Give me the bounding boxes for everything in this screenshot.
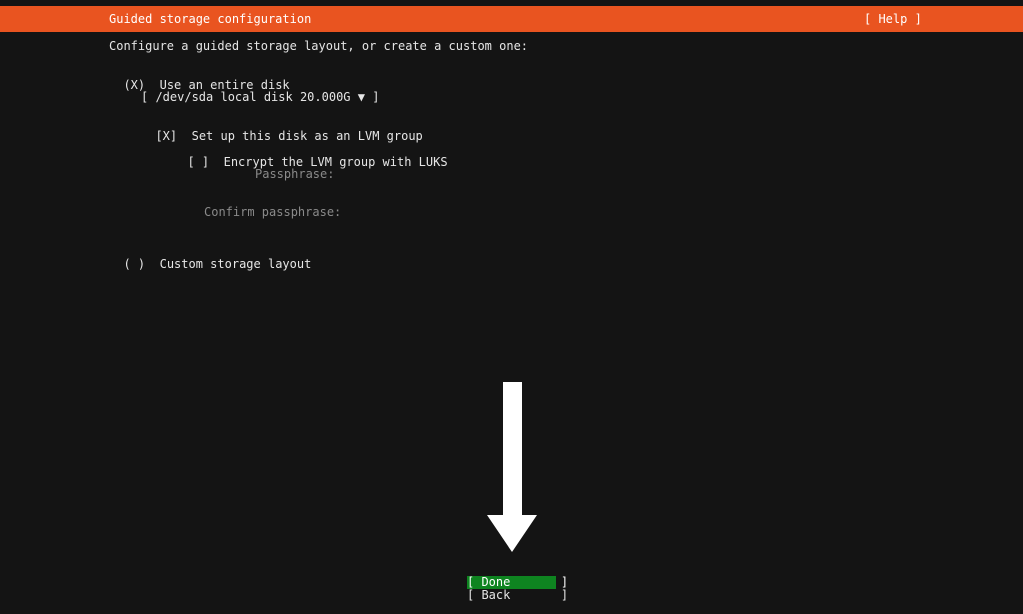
checkbox-marker: [ ] — [187, 155, 210, 169]
confirm-passphrase-label: Confirm passphrase: — [204, 205, 342, 219]
disk-select[interactable]: [ /dev/sda local disk 20.000G ▼ ] — [141, 90, 379, 104]
radio-label: Custom storage layout — [159, 257, 312, 271]
passphrase-label: Passphrase: — [255, 167, 335, 181]
use-entire-disk-radio[interactable]: (X) Use an entire disk — [109, 64, 289, 92]
help-button[interactable]: [ Help ] — [864, 12, 922, 26]
header-bar: Guided storage configuration [ Help ] — [0, 6, 1023, 32]
down-arrow-icon — [487, 382, 537, 552]
lvm-checkbox[interactable]: [X] Set up this disk as an LVM group — [141, 115, 422, 143]
page-title: Guided storage configuration — [109, 12, 312, 26]
intro-text: Configure a guided storage layout, or cr… — [109, 39, 529, 53]
radio-marker: ( ) — [123, 257, 146, 271]
back-button[interactable]: [ Back ] — [467, 589, 568, 602]
encrypt-checkbox[interactable]: [ ] Encrypt the LVM group with LUKS — [173, 141, 447, 169]
custom-layout-radio[interactable]: ( ) Custom storage layout — [109, 243, 311, 271]
